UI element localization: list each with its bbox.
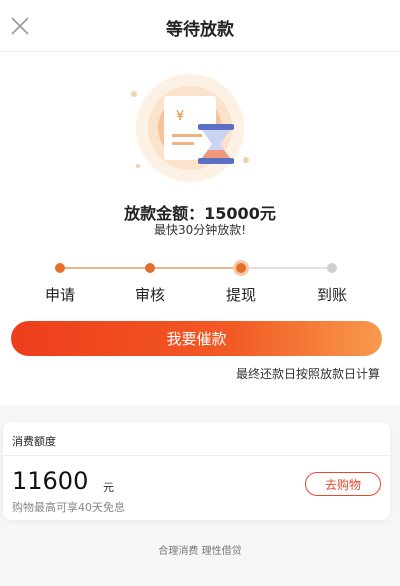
credit-description: 购物最高可享40天免息 xyxy=(12,501,125,514)
step-label-arrive: 到账 xyxy=(316,286,347,304)
header: 等待放款 xyxy=(0,0,400,52)
step-label-review: 审核 xyxy=(134,286,165,304)
yen-symbol: ¥ xyxy=(176,109,184,124)
step-dot-review xyxy=(145,263,155,273)
step-dot-withdraw xyxy=(233,260,249,276)
step-label-apply: 申请 xyxy=(44,286,75,304)
hourglass-document-illustration: ¥ xyxy=(120,70,280,190)
credit-unit: 元 xyxy=(103,481,114,494)
repayment-note: 最终还款日按照放款日计算 xyxy=(235,367,380,381)
step-dot-apply xyxy=(55,263,65,273)
credit-amount: 11600 xyxy=(12,467,89,495)
card-title: 消费额度 xyxy=(12,435,56,448)
urge-payout-button[interactable]: 我要催款 xyxy=(11,321,382,356)
loan-eta: 最快30分钟放款! xyxy=(153,223,247,237)
page-title: 等待放款 xyxy=(166,20,234,40)
step-label-withdraw: 提现 xyxy=(225,286,256,304)
step-dot-arrive xyxy=(327,263,337,273)
footer-slogan: 合理消费 理性借贷 xyxy=(158,546,242,557)
go-shopping-button[interactable]: 去购物 xyxy=(305,472,381,496)
progress-track xyxy=(60,267,332,269)
divider xyxy=(3,455,390,456)
credit-card-panel: 消费额度 11600 元 购物最高可享40天免息 去购物 xyxy=(3,422,390,520)
